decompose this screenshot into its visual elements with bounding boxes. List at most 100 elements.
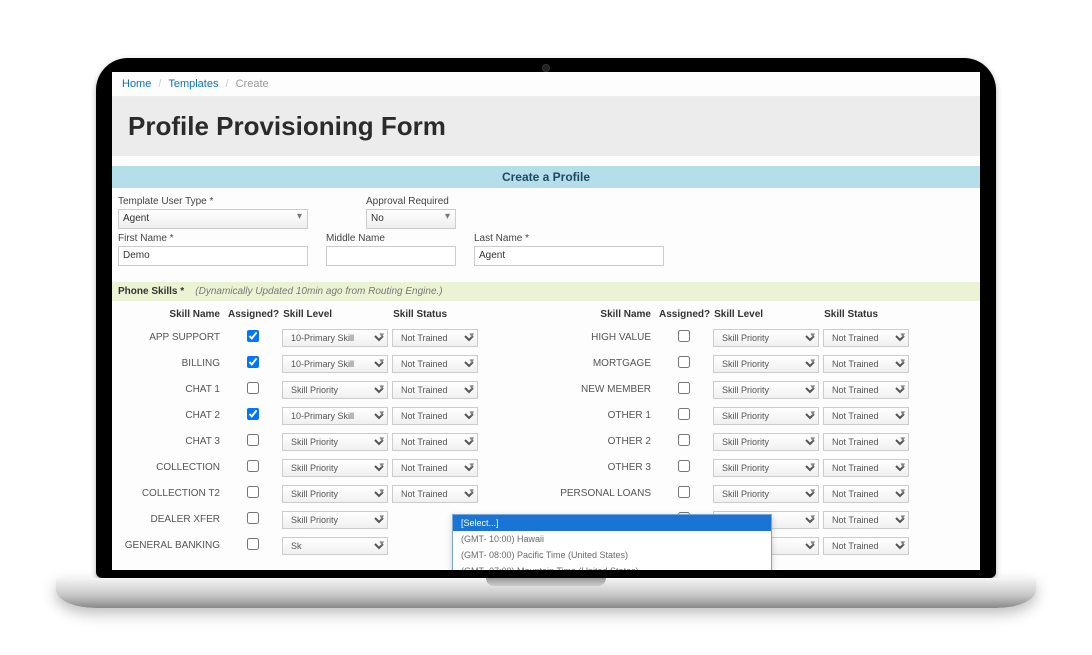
assigned-checkbox[interactable]: [247, 434, 259, 446]
skill-level-select[interactable]: Skill Priority: [282, 485, 388, 503]
skill-name: CHAT 2: [118, 410, 228, 421]
skill-name: OTHER 1: [549, 410, 659, 421]
skill-name: CHAT 3: [118, 436, 228, 447]
skill-status-select[interactable]: Not Trained: [823, 355, 909, 373]
skill-status-select[interactable]: Not Trained: [392, 459, 478, 477]
laptop-mockup: Home / Templates / Create Profile Provis…: [56, 58, 1036, 618]
col-skill-name: Skill Name: [118, 309, 228, 320]
col-skill-level: Skill Level: [710, 309, 820, 320]
assigned-checkbox[interactable]: [247, 408, 259, 420]
dropdown-option[interactable]: (GMT- 08:00) Pacific Time (United States…: [453, 547, 771, 563]
assigned-checkbox[interactable]: [678, 356, 690, 368]
skill-level-select[interactable]: Skill Priority: [713, 433, 819, 451]
skill-status-select[interactable]: Not Trained: [823, 459, 909, 477]
skill-level-select[interactable]: Skill Priority: [713, 459, 819, 477]
breadcrumb-templates[interactable]: Templates: [168, 78, 218, 90]
skill-status-select[interactable]: Not Trained: [392, 407, 478, 425]
skill-row: CHAT 3 Skill PriorityNot Trained: [118, 429, 543, 455]
skill-row: CHAT 1 Skill PriorityNot Trained: [118, 377, 543, 403]
breadcrumb-home[interactable]: Home: [122, 78, 151, 90]
col-skill-name: Skill Name: [549, 309, 659, 320]
last-name-input[interactable]: [474, 246, 664, 266]
assigned-checkbox[interactable]: [678, 408, 690, 420]
skill-status-select[interactable]: Not Trained: [823, 329, 909, 347]
skill-level-select[interactable]: Skill Priority: [713, 407, 819, 425]
skill-row: OTHER 3Skill PriorityNot Trained: [549, 455, 974, 481]
assigned-checkbox[interactable]: [678, 330, 690, 342]
dropdown-option[interactable]: (GMT- 10:00) Hawaii: [453, 531, 771, 547]
assigned-checkbox[interactable]: [247, 486, 259, 498]
assigned-checkbox[interactable]: [247, 330, 259, 342]
template-user-type-select[interactable]: Agent: [118, 209, 308, 229]
assigned-checkbox[interactable]: [678, 434, 690, 446]
skill-level-select[interactable]: Skill Priority: [282, 511, 388, 529]
skill-row: COLLECTION T2Skill PriorityNot Trained: [118, 481, 543, 507]
skill-name: HIGH VALUE: [549, 332, 659, 343]
screen: Home / Templates / Create Profile Provis…: [112, 72, 980, 570]
skill-level-select[interactable]: Sk: [282, 537, 388, 555]
camera-dot: [542, 64, 550, 72]
approval-required-label: Approval Required: [366, 196, 556, 207]
skill-row: OTHER 1 Skill PriorityNot Trained: [549, 403, 974, 429]
skill-level-select[interactable]: Skill Priority: [713, 485, 819, 503]
skill-status-select[interactable]: Not Trained: [823, 537, 909, 555]
middle-name-input[interactable]: [326, 246, 456, 266]
skill-status-select[interactable]: Not Trained: [823, 381, 909, 399]
skill-status-select[interactable]: Not Trained: [392, 355, 478, 373]
skill-name: GENERAL BANKING: [118, 540, 228, 551]
skill-status-select[interactable]: Not Trained: [392, 433, 478, 451]
skill-row: NEW MEMBER Skill PriorityNot Trained: [549, 377, 974, 403]
skill-status-select[interactable]: Not Trained: [392, 485, 478, 503]
phone-skills-title: Phone Skills *: [118, 286, 184, 297]
approval-required-select[interactable]: No: [366, 209, 456, 229]
col-assigned: Assigned?: [659, 309, 710, 320]
skill-status-select[interactable]: Not Trained: [823, 407, 909, 425]
dropdown-option[interactable]: (GMT- 07:00) Mountain Time (United State…: [453, 563, 771, 570]
skill-level-select[interactable]: 10-Primary Skill: [282, 407, 388, 425]
skill-level-select[interactable]: Skill Priority: [713, 355, 819, 373]
breadcrumb-create: Create: [236, 78, 269, 90]
assigned-checkbox[interactable]: [247, 460, 259, 472]
timezone-dropdown[interactable]: [Select...] (GMT- 10:00) Hawaii (GMT- 08…: [452, 514, 772, 570]
skill-status-select[interactable]: Not Trained: [392, 329, 478, 347]
assigned-checkbox[interactable]: [247, 538, 259, 550]
assigned-checkbox[interactable]: [678, 382, 690, 394]
skill-status-select[interactable]: Not Trained: [823, 511, 909, 529]
skill-name: MORTGAGE: [549, 358, 659, 369]
col-skill-status: Skill Status: [389, 309, 479, 320]
first-name-input[interactable]: [118, 246, 308, 266]
middle-name-label: Middle Name: [326, 233, 456, 244]
dropdown-option-selected[interactable]: [Select...]: [453, 515, 771, 531]
phone-skills-header: Phone Skills * (Dynamically Updated 10mi…: [112, 282, 980, 301]
col-skill-level: Skill Level: [279, 309, 389, 320]
last-name-label: Last Name *: [474, 233, 664, 244]
skill-row: COLLECTIONSkill PriorityNot Trained: [118, 455, 543, 481]
skill-status-select[interactable]: Not Trained: [392, 381, 478, 399]
skill-name: DEALER XFER: [118, 514, 228, 525]
assigned-checkbox[interactable]: [678, 486, 690, 498]
assigned-checkbox[interactable]: [247, 512, 259, 524]
breadcrumb: Home / Templates / Create: [112, 72, 980, 97]
skill-status-select[interactable]: Not Trained: [823, 485, 909, 503]
skill-name: CHAT 1: [118, 384, 228, 395]
skill-name: BILLING: [118, 358, 228, 369]
assigned-checkbox[interactable]: [247, 356, 259, 368]
assigned-checkbox[interactable]: [678, 460, 690, 472]
first-name-label: First Name *: [118, 233, 308, 244]
section-header: Create a Profile: [112, 166, 980, 188]
skill-level-select[interactable]: Skill Priority: [282, 433, 388, 451]
skill-row: MORTGAGE Skill PriorityNot Trained: [549, 351, 974, 377]
skill-level-select[interactable]: Skill Priority: [282, 459, 388, 477]
skill-status-select[interactable]: Not Trained: [823, 433, 909, 451]
col-assigned: Assigned?: [228, 309, 279, 320]
skill-row: OTHER 2Skill PriorityNot Trained: [549, 429, 974, 455]
skill-level-select[interactable]: Skill Priority: [282, 381, 388, 399]
skill-row: BILLING 10-Primary SkillNot Trained: [118, 351, 543, 377]
assigned-checkbox[interactable]: [247, 382, 259, 394]
skill-name: NEW MEMBER: [549, 384, 659, 395]
skill-level-select[interactable]: 10-Primary Skill: [282, 329, 388, 347]
skill-level-select[interactable]: Skill Priority: [713, 381, 819, 399]
template-user-type-label: Template User Type *: [118, 196, 308, 207]
skill-level-select[interactable]: 10-Primary Skill: [282, 355, 388, 373]
skill-level-select[interactable]: Skill Priority: [713, 329, 819, 347]
